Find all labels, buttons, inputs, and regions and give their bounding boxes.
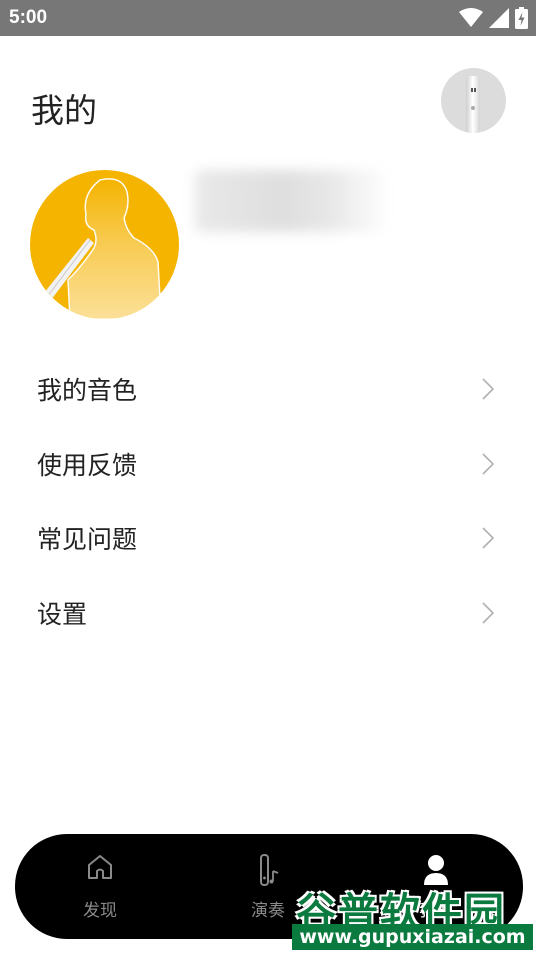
status-time: 5:00 (9, 7, 48, 28)
menu-item-label: 使用反馈 (37, 450, 138, 480)
menu-item-label: 常见问题 (37, 525, 138, 555)
menu-item-settings[interactable]: 设置 (0, 576, 536, 651)
chevron-right-icon (482, 378, 494, 400)
flute-device-icon (466, 76, 480, 133)
username (195, 170, 390, 232)
avatar[interactable] (30, 170, 179, 319)
menu-list: 我的音色 使用反馈 常见问题 设置 (0, 352, 536, 650)
page-title: 我的 (31, 91, 97, 130)
instrument-icon (260, 854, 279, 886)
watermark: 谷普软件园 www.gupuxiazai.com (292, 880, 535, 952)
device-button[interactable] (441, 68, 506, 133)
tab-label: 发现 (83, 901, 117, 921)
user-silhouette-icon (40, 178, 161, 319)
signal-icon (489, 8, 509, 28)
menu-item-label: 设置 (37, 599, 88, 629)
watermark-url: www.gupuxiazai.com (292, 924, 533, 950)
status-icons (459, 7, 528, 29)
tab-discover[interactable]: 发现 (45, 834, 155, 939)
chevron-right-icon (482, 601, 494, 624)
battery-charging-icon (515, 7, 528, 29)
menu-item-feedback[interactable]: 使用反馈 (0, 427, 536, 502)
chevron-right-icon (482, 527, 494, 549)
home-icon (88, 855, 112, 879)
menu-item-my-tones[interactable]: 我的音色 (0, 352, 536, 427)
menu-item-label: 我的音色 (37, 376, 138, 406)
chevron-right-icon (482, 452, 494, 475)
status-bar: 5:00 (0, 0, 536, 36)
menu-item-faq[interactable]: 常见问题 (0, 501, 536, 576)
wifi-icon (459, 8, 483, 27)
